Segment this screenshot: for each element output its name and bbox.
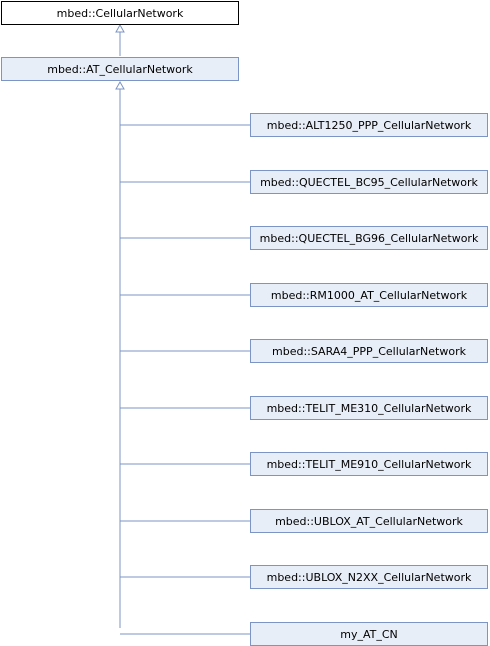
class-node-cellular-network[interactable]: mbed::CellularNetwork bbox=[1, 1, 239, 25]
class-node-label: mbed::UBLOX_AT_CellularNetwork bbox=[275, 514, 463, 528]
class-node-derived[interactable]: mbed::QUECTEL_BC95_CellularNetwork bbox=[250, 170, 488, 194]
class-node-label: my_AT_CN bbox=[340, 627, 398, 641]
inheritance-edges bbox=[115, 23, 250, 635]
class-node-derived[interactable]: mbed::TELIT_ME910_CellularNetwork bbox=[250, 452, 488, 476]
class-node-label: mbed::ALT1250_PPP_CellularNetwork bbox=[266, 118, 472, 132]
class-node-derived[interactable]: mbed::TELIT_ME310_CellularNetwork bbox=[250, 396, 488, 420]
class-node-derived[interactable]: mbed::RM1000_AT_CellularNetwork bbox=[250, 283, 488, 307]
class-node-at-cellular-network[interactable]: mbed::AT_CellularNetwork bbox=[1, 57, 239, 81]
class-node-derived[interactable]: mbed::ALT1250_PPP_CellularNetwork bbox=[250, 113, 488, 137]
class-node-label: mbed::AT_CellularNetwork bbox=[47, 62, 193, 76]
arrowhead-base bbox=[115, 80, 125, 90]
inheritance-diagram: mbed::CellularNetwork mbed::AT_CellularN… bbox=[0, 0, 490, 646]
class-node-label: mbed::TELIT_ME310_CellularNetwork bbox=[266, 401, 472, 415]
class-node-label: mbed::QUECTEL_BG96_CellularNetwork bbox=[259, 231, 479, 245]
class-node-label: mbed::TELIT_ME910_CellularNetwork bbox=[266, 457, 472, 471]
class-node-derived[interactable]: mbed::SARA4_PPP_CellularNetwork bbox=[250, 339, 488, 363]
class-node-derived[interactable]: mbed::UBLOX_AT_CellularNetwork bbox=[250, 509, 488, 533]
class-node-label: mbed::QUECTEL_BC95_CellularNetwork bbox=[260, 175, 478, 189]
class-node-label: mbed::RM1000_AT_CellularNetwork bbox=[270, 288, 468, 302]
arrowhead-root bbox=[115, 23, 125, 33]
class-node-label: mbed::SARA4_PPP_CellularNetwork bbox=[272, 344, 466, 358]
class-node-derived[interactable]: mbed::UBLOX_N2XX_CellularNetwork bbox=[250, 565, 488, 589]
class-node-derived[interactable]: my_AT_CN bbox=[250, 622, 488, 646]
class-node-label: mbed::CellularNetwork bbox=[56, 6, 184, 20]
class-node-derived[interactable]: mbed::QUECTEL_BG96_CellularNetwork bbox=[250, 226, 488, 250]
class-node-label: mbed::UBLOX_N2XX_CellularNetwork bbox=[266, 570, 472, 584]
